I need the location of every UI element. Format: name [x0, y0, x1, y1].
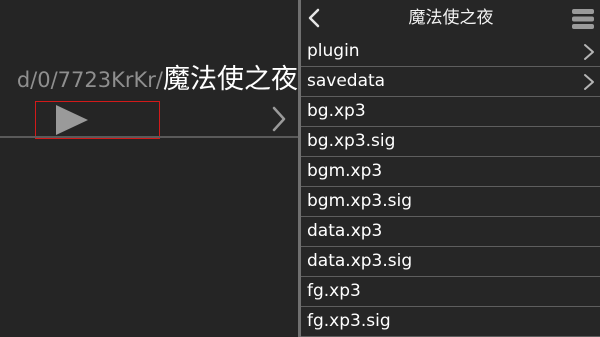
header: 魔法使之夜 [301, 0, 600, 36]
file-name: bgm.xp3 [307, 161, 383, 181]
divider [0, 136, 298, 138]
file-row[interactable]: bgm.xp3.sig [301, 187, 600, 217]
file-name: fg.xp3.sig [307, 311, 391, 331]
left-pane: d/0/7723KrKr/ 魔法使之夜 [0, 0, 298, 337]
file-row[interactable]: data.xp3 [301, 217, 600, 247]
file-row[interactable]: fg.xp3.sig [301, 307, 600, 337]
chevron-right-icon [584, 74, 594, 90]
path-breadcrumb: d/0/7723KrKr/ 魔法使之夜 [0, 58, 298, 102]
file-row[interactable]: data.xp3.sig [301, 247, 600, 277]
chevron-right-icon [584, 44, 594, 60]
app-root: d/0/7723KrKr/ 魔法使之夜 魔法使之夜 plugin savedat… [0, 0, 600, 337]
folder-row[interactable]: savedata [301, 67, 600, 97]
file-row[interactable]: bg.xp3 [301, 97, 600, 127]
file-name: bg.xp3 [307, 101, 366, 121]
file-name: plugin [307, 41, 360, 61]
header-title: 魔法使之夜 [408, 8, 494, 28]
play-icon [56, 105, 88, 135]
right-pane: 魔法使之夜 plugin savedata bg.xp3 bg.xp3.sig bgm.… [301, 0, 600, 337]
file-name: bgm.xp3.sig [307, 191, 412, 211]
file-name: fg.xp3 [307, 281, 361, 301]
play-button[interactable] [35, 101, 160, 139]
chevron-right-icon[interactable] [271, 106, 287, 132]
file-row[interactable]: bgm.xp3 [301, 157, 600, 187]
file-name: data.xp3 [307, 221, 383, 241]
file-name: savedata [307, 71, 386, 91]
file-row[interactable]: bg.xp3.sig [301, 127, 600, 157]
file-name: data.xp3.sig [307, 251, 413, 271]
path-current-folder: 魔法使之夜 [163, 64, 298, 95]
file-name: bg.xp3.sig [307, 131, 396, 151]
file-row[interactable]: fg.xp3 [301, 277, 600, 307]
menu-icon[interactable] [572, 9, 594, 29]
folder-row[interactable]: plugin [301, 37, 600, 67]
path-prefix: d/0/7723KrKr/ [16, 68, 163, 92]
file-list: plugin savedata bg.xp3 bg.xp3.sig bgm.xp3 bgm… [301, 37, 600, 337]
back-chevron-icon[interactable] [307, 8, 321, 28]
